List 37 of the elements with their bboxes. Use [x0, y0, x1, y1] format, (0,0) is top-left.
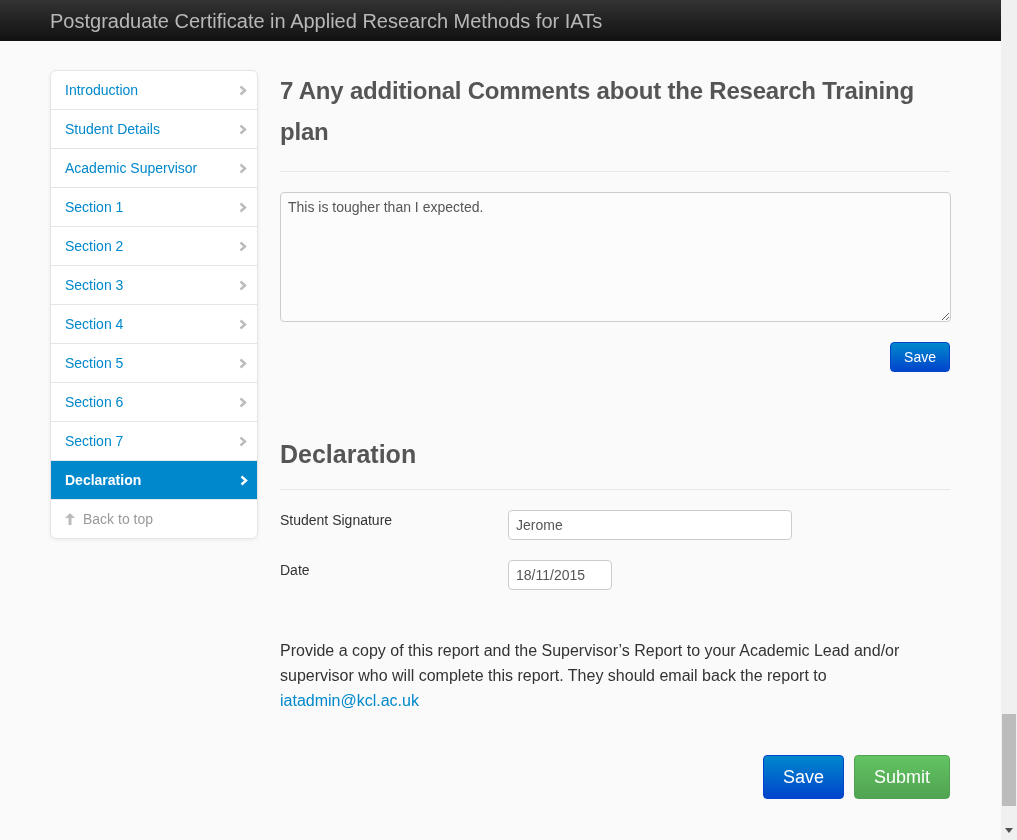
- chevron-icon: [240, 474, 248, 486]
- chevron-icon: [239, 435, 247, 447]
- sidebar-item[interactable]: Section 2: [51, 226, 257, 265]
- chevron-icon: [239, 162, 247, 174]
- chevron-icon: [239, 396, 247, 408]
- sidebar-item[interactable]: Section 5: [51, 343, 257, 382]
- sidebar-item[interactable]: Section 1: [51, 187, 257, 226]
- sidebar-item[interactable]: Introduction: [51, 71, 257, 109]
- back-to-top-link[interactable]: Back to top: [51, 499, 257, 538]
- chevron-icon: [239, 201, 247, 213]
- section-heading: Declaration: [280, 434, 950, 490]
- scrollbar[interactable]: [1001, 0, 1017, 840]
- sidebar-item[interactable]: Section 6: [51, 382, 257, 421]
- sidebar-item[interactable]: Student Details: [51, 109, 257, 148]
- instructions-text: Provide a copy of this report and the Supervisor’s Report to your Academic Lead and/or supervisor who will complete this report. They should email back the report to iatadmin@kcl.ac.uk: [280, 641, 901, 711]
- text-field[interactable]: Jerome: [508, 510, 792, 540]
- field-label: Student Signature: [280, 511, 394, 528]
- email-link[interactable]: iatadmin@kcl.ac.uk: [280, 692, 419, 709]
- sidebar-item[interactable]: Section 4: [51, 304, 257, 343]
- chevron-icon: [239, 84, 247, 96]
- field-label: Date: [280, 561, 311, 578]
- sidebar-item[interactable]: Section 3: [51, 265, 257, 304]
- chevron-icon: [239, 357, 247, 369]
- chevron-icon: [239, 279, 247, 291]
- chevron-icon: [239, 123, 247, 135]
- site-title[interactable]: Postgraduate Certificate in Applied Research Methods for IATs: [50, 10, 603, 31]
- comments-field[interactable]: This is tougher than I expected.: [280, 192, 951, 322]
- section-heading: 7 Any additional Comments about the Research Training plan: [280, 70, 950, 172]
- save-button[interactable]: Save: [762, 755, 844, 799]
- chevron-icon: [239, 318, 247, 330]
- arrow-up-icon: [65, 513, 75, 525]
- chevron-icon: [239, 240, 247, 252]
- sidebar-item[interactable]: Declaration: [51, 460, 257, 499]
- save-button[interactable]: Save: [890, 342, 950, 372]
- sidebar-item[interactable]: Academic Supervisor: [51, 148, 257, 187]
- text-field[interactable]: 18/11/2015: [508, 560, 612, 590]
- submit-button[interactable]: Submit: [853, 755, 950, 799]
